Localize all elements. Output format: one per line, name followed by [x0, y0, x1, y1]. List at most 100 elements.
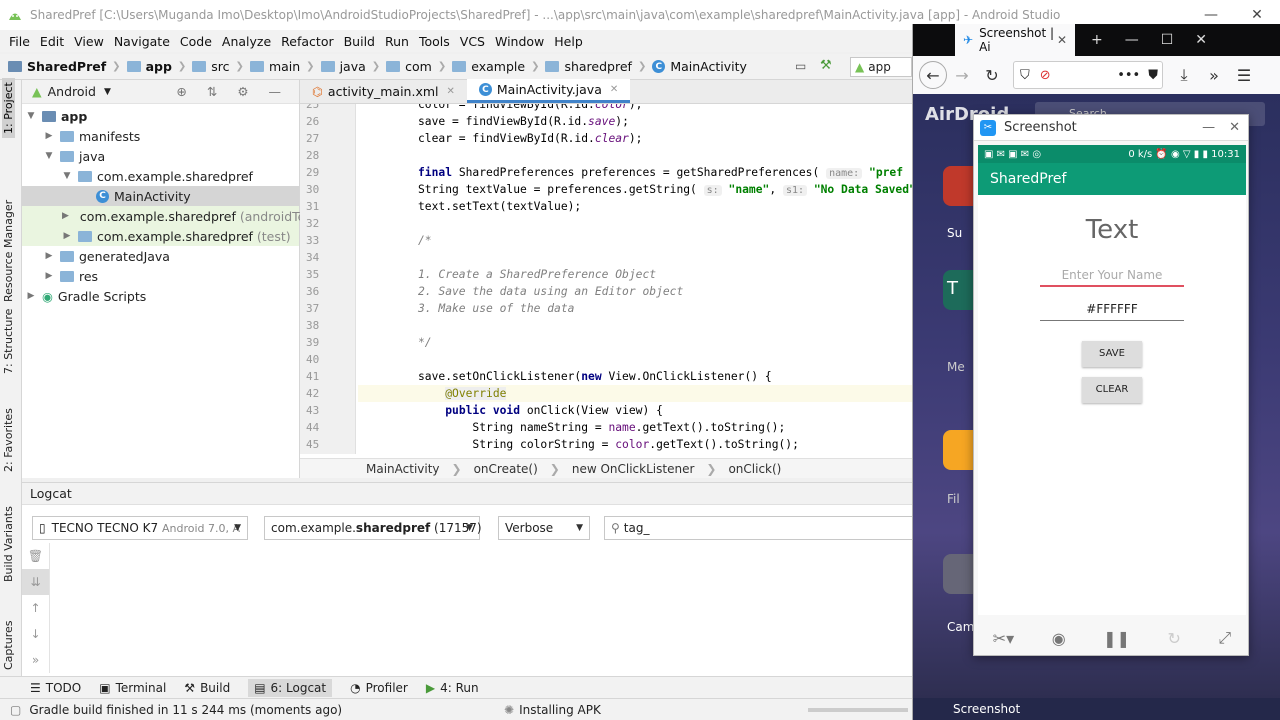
run-config-select[interactable]: ▲ app: [850, 57, 912, 77]
tree-item-package-test[interactable]: ▶ com.example.sharedpref (test): [22, 226, 299, 246]
tree-item-mainactivity[interactable]: C MainActivity: [22, 186, 299, 206]
down-arrow-icon[interactable]: ↓: [22, 621, 49, 647]
more-icon[interactable]: »: [22, 647, 49, 673]
menu-icon[interactable]: ☰: [1229, 60, 1259, 90]
maximize-icon[interactable]: ☐: [1161, 32, 1174, 48]
make-project-icon[interactable]: ⚒: [820, 58, 832, 73]
download-icon[interactable]: ⤓: [1169, 60, 1199, 90]
crumb-main[interactable]: main ❯: [249, 59, 321, 74]
tab-mainactivity-java[interactable]: C MainActivity.java ✕: [466, 79, 631, 103]
device-manager-icon[interactable]: ▭: [795, 59, 806, 73]
menu-run[interactable]: Run: [380, 34, 414, 49]
expand-arrow-icon[interactable]: ▶: [44, 251, 54, 261]
rotate-icon[interactable]: ↻: [1167, 629, 1180, 648]
close-tab-icon[interactable]: ✕: [1057, 33, 1067, 47]
run-tab[interactable]: ▶ 4: Run: [426, 681, 479, 695]
back-icon[interactable]: ←: [919, 61, 947, 89]
expand-arrow-icon[interactable]: ▼: [44, 151, 54, 161]
menu-view[interactable]: View: [69, 34, 109, 49]
code-area[interactable]: color = findViewById(R.id.color); save =…: [358, 104, 912, 454]
build-tab[interactable]: ⚒ Build: [184, 681, 230, 695]
device-select[interactable]: ▯ TECNO TECNO K7 Android 7.0, A ▼: [32, 516, 248, 540]
menu-file[interactable]: File: [4, 34, 35, 49]
eye-icon[interactable]: ◉: [1052, 629, 1066, 648]
terminal-tab[interactable]: ▣ Terminal: [99, 681, 166, 695]
close-icon[interactable]: ✕: [1195, 32, 1207, 48]
menu-help[interactable]: Help: [549, 34, 588, 49]
crumb-com[interactable]: com ❯: [386, 59, 452, 74]
close-icon[interactable]: ✕: [1229, 120, 1240, 135]
menu-tools[interactable]: Tools: [414, 34, 455, 49]
menu-refactor[interactable]: Refactor: [276, 34, 338, 49]
project-tool-tab[interactable]: 1: Project: [2, 78, 15, 138]
resource-manager-tab[interactable]: Resource Manager: [2, 200, 15, 302]
menu-navigate[interactable]: Navigate: [109, 34, 175, 49]
tree-item-java[interactable]: ▼ java: [22, 146, 299, 166]
captures-tab[interactable]: Captures: [2, 621, 15, 670]
url-bar[interactable]: ⛉ ⊘ ••• ⛊: [1013, 61, 1163, 89]
more-icon[interactable]: •••: [1117, 68, 1140, 83]
tree-item-app[interactable]: ▼ app: [22, 106, 299, 126]
menu-window[interactable]: Window: [490, 34, 549, 49]
crumb-method[interactable]: onCreate(): [474, 462, 538, 476]
layout-icon[interactable]: ▢: [10, 703, 21, 717]
tree-item-package-androidtest[interactable]: ▶ com.example.sharedpref (androidTest): [22, 206, 322, 226]
process-select[interactable]: com.example. sharedpref (17157) ▼: [264, 516, 482, 540]
menu-vcs[interactable]: VCS: [455, 34, 490, 49]
log-level-select[interactable]: Verbose ▼: [498, 516, 590, 540]
crumb-example[interactable]: example ❯: [452, 59, 545, 74]
crumb-onclick[interactable]: onClick(): [728, 462, 781, 476]
pocket-icon[interactable]: ⛊: [1148, 68, 1158, 83]
menu-edit[interactable]: Edit: [35, 34, 69, 49]
tree-item-generatedjava[interactable]: ▶ generatedJava: [22, 246, 299, 266]
overflow-icon[interactable]: »: [1199, 60, 1229, 90]
tree-item-gradle-scripts[interactable]: ▶ ◉ Gradle Scripts: [22, 286, 299, 306]
menu-analyze[interactable]: Analyze: [217, 34, 276, 49]
new-tab-icon[interactable]: +: [1091, 32, 1103, 48]
minimize-icon[interactable]: —: [1125, 32, 1139, 48]
background-task[interactable]: ✺ Installing APK: [504, 703, 601, 717]
todo-tab[interactable]: ☰ TODO: [30, 681, 81, 695]
up-arrow-icon[interactable]: ↑: [22, 595, 49, 621]
name-input[interactable]: Enter Your Name: [1040, 263, 1184, 287]
expand-arrow-icon[interactable]: ▼: [26, 111, 36, 121]
expand-arrow-icon[interactable]: ▶: [44, 131, 54, 141]
crumb-app[interactable]: app ❯: [126, 59, 193, 74]
expand-arrow-icon[interactable]: ▶: [26, 291, 36, 301]
project-view-select[interactable]: Android: [48, 84, 96, 99]
expand-arrow-icon[interactable]: ▼: [62, 171, 72, 181]
profiler-tab[interactable]: ◔ Profiler: [350, 681, 408, 695]
menu-build[interactable]: Build: [339, 34, 380, 49]
color-input[interactable]: #FFFFFF: [1040, 297, 1184, 321]
tree-item-package[interactable]: ▼ com.example.sharedpref: [22, 166, 299, 186]
expand-arrow-icon[interactable]: ▶: [44, 271, 54, 281]
tree-item-manifests[interactable]: ▶ manifests: [22, 126, 299, 146]
logcat-tab[interactable]: ▤ 6: Logcat: [248, 678, 333, 697]
scissors-icon[interactable]: ✂▾: [993, 629, 1014, 648]
close-tab-icon[interactable]: ✕: [610, 84, 618, 95]
browser-tab[interactable]: ✈ Screenshot | Ai ✕: [955, 24, 1075, 56]
tree-item-res[interactable]: ▶ res: [22, 266, 299, 286]
clear-button[interactable]: CLEAR: [1082, 377, 1142, 403]
save-button[interactable]: SAVE: [1082, 341, 1142, 367]
fullscreen-icon[interactable]: ⤢: [1218, 628, 1231, 648]
scroll-to-end-icon[interactable]: ⇊: [22, 569, 49, 595]
crumb-src[interactable]: src ❯: [192, 59, 250, 74]
chevron-down-icon[interactable]: ▼: [104, 87, 111, 97]
pause-icon[interactable]: ❚❚: [1103, 629, 1130, 648]
crumb-class[interactable]: MainActivity: [366, 462, 440, 476]
forward-icon[interactable]: →: [947, 60, 977, 90]
trash-icon[interactable]: 🗑: [22, 543, 49, 569]
menu-code[interactable]: Code: [175, 34, 217, 49]
favorites-tab[interactable]: 2: Favorites: [2, 408, 15, 472]
minimize-icon[interactable]: —: [1202, 120, 1215, 135]
build-variants-tab[interactable]: Build Variants: [2, 506, 15, 582]
crumb-listener[interactable]: new OnClickListener: [572, 462, 695, 476]
close-tab-icon[interactable]: ✕: [447, 86, 455, 97]
crumb-java[interactable]: java ❯: [320, 59, 387, 74]
panel-tools-icons[interactable]: ⊕ ⇅ ⚙ —: [176, 84, 289, 99]
structure-tab[interactable]: 7: Structure: [2, 309, 15, 374]
crumb-project[interactable]: SharedPref ❯: [8, 59, 127, 74]
crumb-mainactivity[interactable]: C MainActivity: [652, 59, 747, 74]
tab-activity-main-xml[interactable]: ⌬ activity_main.xml ✕: [300, 79, 467, 103]
